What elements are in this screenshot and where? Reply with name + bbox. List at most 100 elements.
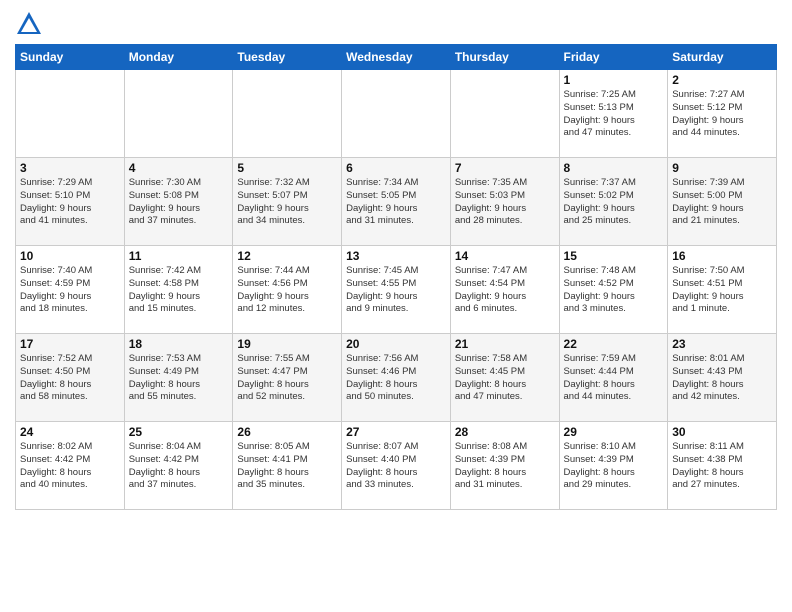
calendar-cell: 21 Sunrise: 7:58 AM Sunset: 4:45 PM Dayli… <box>450 334 559 422</box>
day-number: 30 <box>672 425 772 439</box>
day-info: Sunrise: 7:27 AM Sunset: 5:12 PM Dayligh… <box>672 89 772 140</box>
calendar-cell: 20 Sunrise: 7:56 AM Sunset: 4:46 PM Dayli… <box>342 334 451 422</box>
day-number: 26 <box>237 425 337 439</box>
day-info: Sunrise: 7:39 AM Sunset: 5:00 PM Dayligh… <box>672 177 772 228</box>
calendar-cell: 23Sunrise: 8:01 AM Sunset: 4:43 PM Dayli… <box>668 334 777 422</box>
calendar-cell <box>124 70 233 158</box>
calendar-header-thursday: Thursday <box>450 45 559 70</box>
calendar-week-row: 17 Sunrise: 7:52 AM Sunset: 4:50 PM Dayli… <box>16 334 777 422</box>
calendar-cell: 3 Sunrise: 7:29 AM Sunset: 5:10 PM Daylig… <box>16 158 125 246</box>
day-info: Sunrise: 7:34 AM Sunset: 5:05 PM Dayligh… <box>346 177 446 228</box>
day-number: 15 <box>564 249 664 263</box>
day-info: Sunrise: 7:53 AM Sunset: 4:49 PM Dayligh… <box>129 353 229 404</box>
day-number: 27 <box>346 425 446 439</box>
day-number: 4 <box>129 161 229 175</box>
day-info: Sunrise: 7:58 AM Sunset: 4:45 PM Dayligh… <box>455 353 555 404</box>
day-info: Sunrise: 8:08 AM Sunset: 4:39 PM Dayligh… <box>455 441 555 492</box>
calendar-cell: 29 Sunrise: 8:10 AM Sunset: 4:39 PM Dayli… <box>559 422 668 510</box>
calendar-cell: 2 Sunrise: 7:27 AM Sunset: 5:12 PM Daylig… <box>668 70 777 158</box>
day-number: 6 <box>346 161 446 175</box>
day-number: 1 <box>564 73 664 87</box>
calendar-cell <box>342 70 451 158</box>
calendar-header-friday: Friday <box>559 45 668 70</box>
logo-icon <box>15 10 43 38</box>
calendar-cell: 11 Sunrise: 7:42 AM Sunset: 4:58 PM Dayli… <box>124 246 233 334</box>
day-info: Sunrise: 7:59 AM Sunset: 4:44 PM Dayligh… <box>564 353 664 404</box>
calendar-cell: 1Sunrise: 7:25 AM Sunset: 5:13 PM Daylig… <box>559 70 668 158</box>
calendar-cell: 24 Sunrise: 8:02 AM Sunset: 4:42 PM Dayli… <box>16 422 125 510</box>
day-number: 29 <box>564 425 664 439</box>
day-info: Sunrise: 7:50 AM Sunset: 4:51 PM Dayligh… <box>672 265 772 316</box>
calendar-cell <box>233 70 342 158</box>
day-info: Sunrise: 8:05 AM Sunset: 4:41 PM Dayligh… <box>237 441 337 492</box>
day-info: Sunrise: 7:55 AM Sunset: 4:47 PM Dayligh… <box>237 353 337 404</box>
day-number: 12 <box>237 249 337 263</box>
calendar-cell: 15Sunrise: 7:48 AM Sunset: 4:52 PM Dayli… <box>559 246 668 334</box>
day-info: Sunrise: 7:32 AM Sunset: 5:07 PM Dayligh… <box>237 177 337 228</box>
day-number: 25 <box>129 425 229 439</box>
calendar-header-sunday: Sunday <box>16 45 125 70</box>
day-info: Sunrise: 8:07 AM Sunset: 4:40 PM Dayligh… <box>346 441 446 492</box>
day-info: Sunrise: 7:47 AM Sunset: 4:54 PM Dayligh… <box>455 265 555 316</box>
calendar-cell: 12 Sunrise: 7:44 AM Sunset: 4:56 PM Dayli… <box>233 246 342 334</box>
day-number: 20 <box>346 337 446 351</box>
day-number: 22 <box>564 337 664 351</box>
calendar-cell: 6 Sunrise: 7:34 AM Sunset: 5:05 PM Daylig… <box>342 158 451 246</box>
day-number: 9 <box>672 161 772 175</box>
day-number: 14 <box>455 249 555 263</box>
day-number: 17 <box>20 337 120 351</box>
calendar-cell: 17 Sunrise: 7:52 AM Sunset: 4:50 PM Dayli… <box>16 334 125 422</box>
calendar-week-row: 10Sunrise: 7:40 AM Sunset: 4:59 PM Dayli… <box>16 246 777 334</box>
calendar-header-saturday: Saturday <box>668 45 777 70</box>
day-number: 28 <box>455 425 555 439</box>
calendar-cell: 5Sunrise: 7:32 AM Sunset: 5:07 PM Daylig… <box>233 158 342 246</box>
day-number: 11 <box>129 249 229 263</box>
calendar-header-tuesday: Tuesday <box>233 45 342 70</box>
calendar-header-wednesday: Wednesday <box>342 45 451 70</box>
day-info: Sunrise: 8:10 AM Sunset: 4:39 PM Dayligh… <box>564 441 664 492</box>
day-number: 18 <box>129 337 229 351</box>
day-info: Sunrise: 7:37 AM Sunset: 5:02 PM Dayligh… <box>564 177 664 228</box>
calendar-cell <box>16 70 125 158</box>
day-number: 21 <box>455 337 555 351</box>
calendar-cell: 25 Sunrise: 8:04 AM Sunset: 4:42 PM Dayli… <box>124 422 233 510</box>
calendar-cell: 14 Sunrise: 7:47 AM Sunset: 4:54 PM Dayli… <box>450 246 559 334</box>
calendar-week-row: 24 Sunrise: 8:02 AM Sunset: 4:42 PM Dayli… <box>16 422 777 510</box>
calendar-cell: 10Sunrise: 7:40 AM Sunset: 4:59 PM Dayli… <box>16 246 125 334</box>
day-info: Sunrise: 8:01 AM Sunset: 4:43 PM Dayligh… <box>672 353 772 404</box>
day-info: Sunrise: 7:29 AM Sunset: 5:10 PM Dayligh… <box>20 177 120 228</box>
day-info: Sunrise: 7:40 AM Sunset: 4:59 PM Dayligh… <box>20 265 120 316</box>
day-number: 13 <box>346 249 446 263</box>
calendar-cell: 30Sunrise: 8:11 AM Sunset: 4:38 PM Dayli… <box>668 422 777 510</box>
calendar-cell: 4 Sunrise: 7:30 AM Sunset: 5:08 PM Daylig… <box>124 158 233 246</box>
day-info: Sunrise: 7:44 AM Sunset: 4:56 PM Dayligh… <box>237 265 337 316</box>
page-container: SundayMondayTuesdayWednesdayThursdayFrid… <box>0 0 792 520</box>
calendar-header-monday: Monday <box>124 45 233 70</box>
calendar-cell: 18 Sunrise: 7:53 AM Sunset: 4:49 PM Dayli… <box>124 334 233 422</box>
calendar-cell: 7Sunrise: 7:35 AM Sunset: 5:03 PM Daylig… <box>450 158 559 246</box>
day-number: 19 <box>237 337 337 351</box>
day-number: 8 <box>564 161 664 175</box>
calendar-header-row: SundayMondayTuesdayWednesdayThursdayFrid… <box>16 45 777 70</box>
day-number: 24 <box>20 425 120 439</box>
calendar-cell: 26 Sunrise: 8:05 AM Sunset: 4:41 PM Dayli… <box>233 422 342 510</box>
day-info: Sunrise: 8:04 AM Sunset: 4:42 PM Dayligh… <box>129 441 229 492</box>
day-info: Sunrise: 8:02 AM Sunset: 4:42 PM Dayligh… <box>20 441 120 492</box>
day-info: Sunrise: 7:56 AM Sunset: 4:46 PM Dayligh… <box>346 353 446 404</box>
calendar-cell: 19 Sunrise: 7:55 AM Sunset: 4:47 PM Dayli… <box>233 334 342 422</box>
calendar-cell: 22 Sunrise: 7:59 AM Sunset: 4:44 PM Dayli… <box>559 334 668 422</box>
calendar-table: SundayMondayTuesdayWednesdayThursdayFrid… <box>15 44 777 510</box>
day-info: Sunrise: 7:30 AM Sunset: 5:08 PM Dayligh… <box>129 177 229 228</box>
calendar-cell: 27 Sunrise: 8:07 AM Sunset: 4:40 PM Dayli… <box>342 422 451 510</box>
day-info: Sunrise: 7:45 AM Sunset: 4:55 PM Dayligh… <box>346 265 446 316</box>
day-info: Sunrise: 7:42 AM Sunset: 4:58 PM Dayligh… <box>129 265 229 316</box>
calendar-cell: 28 Sunrise: 8:08 AM Sunset: 4:39 PM Dayli… <box>450 422 559 510</box>
day-number: 2 <box>672 73 772 87</box>
calendar-cell: 8 Sunrise: 7:37 AM Sunset: 5:02 PM Daylig… <box>559 158 668 246</box>
day-info: Sunrise: 7:35 AM Sunset: 5:03 PM Dayligh… <box>455 177 555 228</box>
logo <box>15 10 47 38</box>
calendar-week-row: 3 Sunrise: 7:29 AM Sunset: 5:10 PM Daylig… <box>16 158 777 246</box>
header <box>15 10 777 38</box>
day-number: 3 <box>20 161 120 175</box>
day-info: Sunrise: 7:52 AM Sunset: 4:50 PM Dayligh… <box>20 353 120 404</box>
